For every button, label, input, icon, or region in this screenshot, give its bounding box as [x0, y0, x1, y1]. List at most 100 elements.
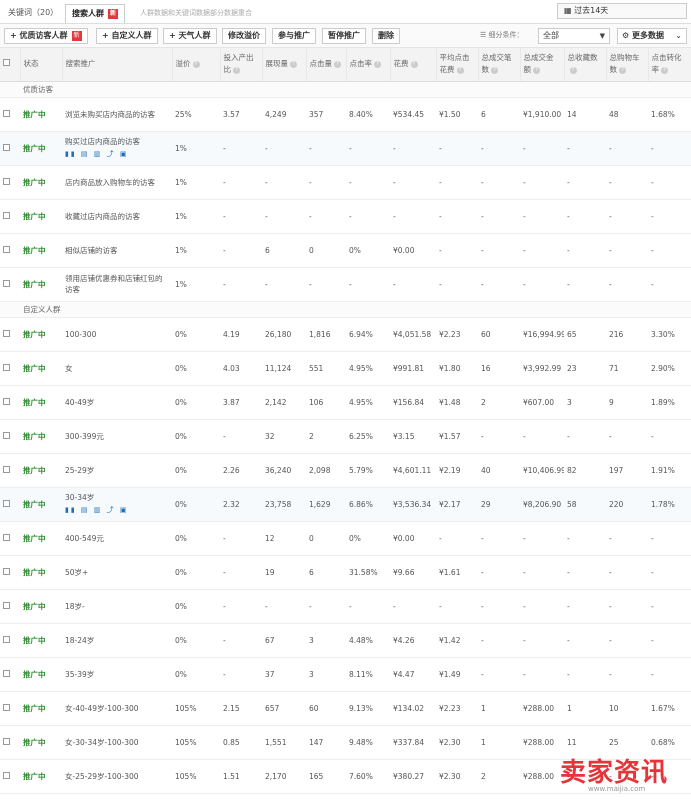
- help-icon[interactable]: ?: [569, 66, 577, 74]
- cell-cvr: 1.78%: [648, 487, 691, 522]
- row-checkbox[interactable]: [3, 211, 10, 219]
- row-select-cell[interactable]: [0, 487, 20, 522]
- row-checkbox[interactable]: [3, 431, 10, 439]
- row-checkbox[interactable]: [3, 499, 10, 507]
- tab-keywords[interactable]: 关键词（20）: [2, 4, 64, 21]
- table-row[interactable]: 推广中 浏览未购买店内商品的访客 25% 3.57 4,249 357 8.40% ¥534.…: [0, 97, 691, 132]
- delete-button[interactable]: 删除: [372, 28, 400, 44]
- table-row[interactable]: 推广中 300-399元 0% -32 2 6.25% ¥3.15 ¥1.57- - - - -: [0, 419, 691, 454]
- row-checkbox[interactable]: [3, 771, 10, 779]
- cell-cart: 216: [606, 317, 648, 352]
- table-row[interactable]: 推广中 店内商品放入购物车的访客 1% - - - - - - - - - - -: [0, 165, 691, 200]
- row-select-cell[interactable]: [0, 233, 20, 268]
- table-row[interactable]: 推广中 400-549元 0% -12 0 0% ¥0.00- - - - - -: [0, 521, 691, 556]
- row-select-cell[interactable]: [0, 623, 20, 658]
- row-select-cell[interactable]: [0, 385, 20, 420]
- table-row[interactable]: 推广中 25-29岁 0% 2.26 36,240 2,098 5.79% ¥4,601.11…: [0, 453, 691, 488]
- row-select-cell[interactable]: [0, 267, 20, 302]
- status-cell: 推广中: [20, 267, 62, 302]
- help-icon[interactable]: ?: [233, 66, 240, 74]
- row-select-cell[interactable]: [0, 165, 20, 200]
- cell-cost: ¥4,051.58: [390, 317, 436, 352]
- cell-impr: 37: [262, 657, 306, 692]
- select-all-cell[interactable]: [0, 48, 21, 82]
- table-row[interactable]: 推广中 50岁+ 0% -19 6 31.58% ¥9.66 ¥1.61- - - - -: [0, 555, 691, 590]
- filter-select[interactable]: 全部 ▼: [538, 28, 610, 44]
- row-checkbox[interactable]: [3, 109, 10, 117]
- cell-orders: 16: [478, 351, 520, 386]
- help-icon[interactable]: ?: [334, 60, 341, 68]
- row-select-cell[interactable]: [0, 521, 20, 556]
- row-select-cell[interactable]: [0, 725, 20, 760]
- help-icon[interactable]: ?: [410, 60, 418, 68]
- row-select-cell[interactable]: [0, 351, 20, 386]
- row-actions-icons[interactable]: ▮▮ ▤ ▥ ⤴ ▣: [65, 149, 169, 160]
- row-checkbox[interactable]: [3, 329, 10, 337]
- table-row[interactable]: 推广中 收藏过店内商品的访客 1% - - - - - - - - - - -: [0, 199, 691, 234]
- row-select-cell[interactable]: [0, 131, 20, 166]
- row-checkbox[interactable]: [3, 567, 10, 575]
- help-icon[interactable]: ?: [533, 66, 540, 74]
- row-checkbox[interactable]: [3, 397, 10, 405]
- table-row[interactable]: 推广中 女-40-49岁-100-300 105% 2.15 657 60 9.13% ¥13…: [0, 691, 691, 726]
- help-icon[interactable]: ?: [456, 66, 464, 74]
- row-select-cell[interactable]: [0, 589, 20, 624]
- row-select-cell[interactable]: [0, 317, 20, 352]
- row-checkbox[interactable]: [3, 601, 10, 609]
- row-select-cell[interactable]: [0, 199, 20, 234]
- add-weather-crowd-button[interactable]: + 天气人群: [163, 28, 217, 44]
- row-select-cell[interactable]: [0, 419, 20, 454]
- table-row[interactable]: 推广中 35-39岁 0% -37 3 8.11% ¥4.47 ¥1.49- - - - -: [0, 657, 691, 692]
- row-checkbox[interactable]: [3, 143, 10, 151]
- table-row[interactable]: 推广中 领用店铺优惠券和店铺红包的访客 1% - - - - - - - - - - -: [0, 267, 691, 302]
- cell-impr: 2,170: [262, 759, 306, 794]
- help-icon[interactable]: ?: [619, 66, 626, 74]
- join-promotion-button[interactable]: 参与推广: [272, 28, 316, 44]
- pause-promotion-button[interactable]: 暂停推广: [322, 28, 366, 44]
- edit-premium-button[interactable]: 修改溢价: [222, 28, 266, 44]
- row-select-cell[interactable]: [0, 97, 20, 132]
- help-icon[interactable]: ?: [290, 60, 297, 68]
- table-row[interactable]: 推广中 18-24岁 0% -67 3 4.48% ¥4.26 ¥1.42- - - - -: [0, 623, 691, 658]
- row-checkbox[interactable]: [3, 669, 10, 677]
- table-row[interactable]: 推广中 相似店铺的访客 1% -6 0 0% ¥0.00- - - - - -: [0, 233, 691, 268]
- row-actions-icons[interactable]: ▮▮ ▤ ▥ ⤴ ▣: [65, 505, 169, 516]
- cell-clicks: 147: [306, 725, 346, 760]
- add-quality-crowd-button[interactable]: + 优质访客人群新: [4, 28, 88, 44]
- table-row[interactable]: 推广中 40-49岁 0% 3.87 2,142 106 4.95% ¥156.84 ¥1.48…: [0, 385, 691, 420]
- row-checkbox[interactable]: [3, 177, 10, 185]
- row-select-cell[interactable]: [0, 555, 20, 590]
- table-row[interactable]: 推广中 18岁- 0% - - - - - - - - - - -: [0, 589, 691, 624]
- row-checkbox[interactable]: [3, 279, 10, 287]
- help-icon[interactable]: ?: [491, 66, 498, 74]
- row-checkbox[interactable]: [3, 737, 10, 745]
- more-data-button[interactable]: ⚙ 更多数据 ⌄: [617, 28, 687, 44]
- status-badge: 推广中: [23, 499, 46, 509]
- row-checkbox[interactable]: [3, 533, 10, 541]
- new-badge: 新: [71, 30, 82, 41]
- row-checkbox[interactable]: [3, 465, 10, 473]
- row-checkbox[interactable]: [3, 635, 10, 643]
- select-all-checkbox[interactable]: [3, 59, 10, 67]
- help-icon[interactable]: ?: [192, 60, 200, 68]
- add-custom-crowd-button[interactable]: + 自定义人群: [96, 28, 158, 44]
- row-select-cell[interactable]: [0, 759, 20, 794]
- cell-roi: -: [220, 657, 262, 692]
- help-icon[interactable]: ?: [374, 60, 381, 68]
- row-checkbox[interactable]: [3, 245, 10, 253]
- row-checkbox[interactable]: [3, 363, 10, 371]
- cell-clicks: 1,629: [306, 487, 346, 522]
- row-select-cell[interactable]: [0, 691, 20, 726]
- table-row[interactable]: 推广中 女 0% 4.03 11,124 551 4.95% ¥991.81 ¥1.80 16 ¥3…: [0, 351, 691, 386]
- help-icon[interactable]: ?: [661, 66, 668, 74]
- row-select-cell[interactable]: [0, 657, 20, 692]
- period-select[interactable]: ▦ 过去14天: [557, 3, 687, 19]
- table-row[interactable]: 推广中 100-300 0% 4.19 26,180 1,816 6.94% ¥4,051.5…: [0, 317, 691, 352]
- col-header: 花费?: [390, 48, 437, 82]
- row-checkbox[interactable]: [3, 703, 10, 711]
- table-row[interactable]: 推广中 购买过店内商品的访客 ▮▮ ▤ ▥ ⤴ ▣ 1% - - - - - - - - - - -: [0, 131, 691, 166]
- tab-search-crowd[interactable]: 搜索人群新: [65, 4, 126, 23]
- status-badge: 推广中: [23, 329, 46, 339]
- table-row[interactable]: 推广中 30-34岁 ▮▮ ▤ ▥ ⤴ ▣ 0% 2.32 23,758 1,629 6.86…: [0, 487, 691, 522]
- row-select-cell[interactable]: [0, 453, 20, 488]
